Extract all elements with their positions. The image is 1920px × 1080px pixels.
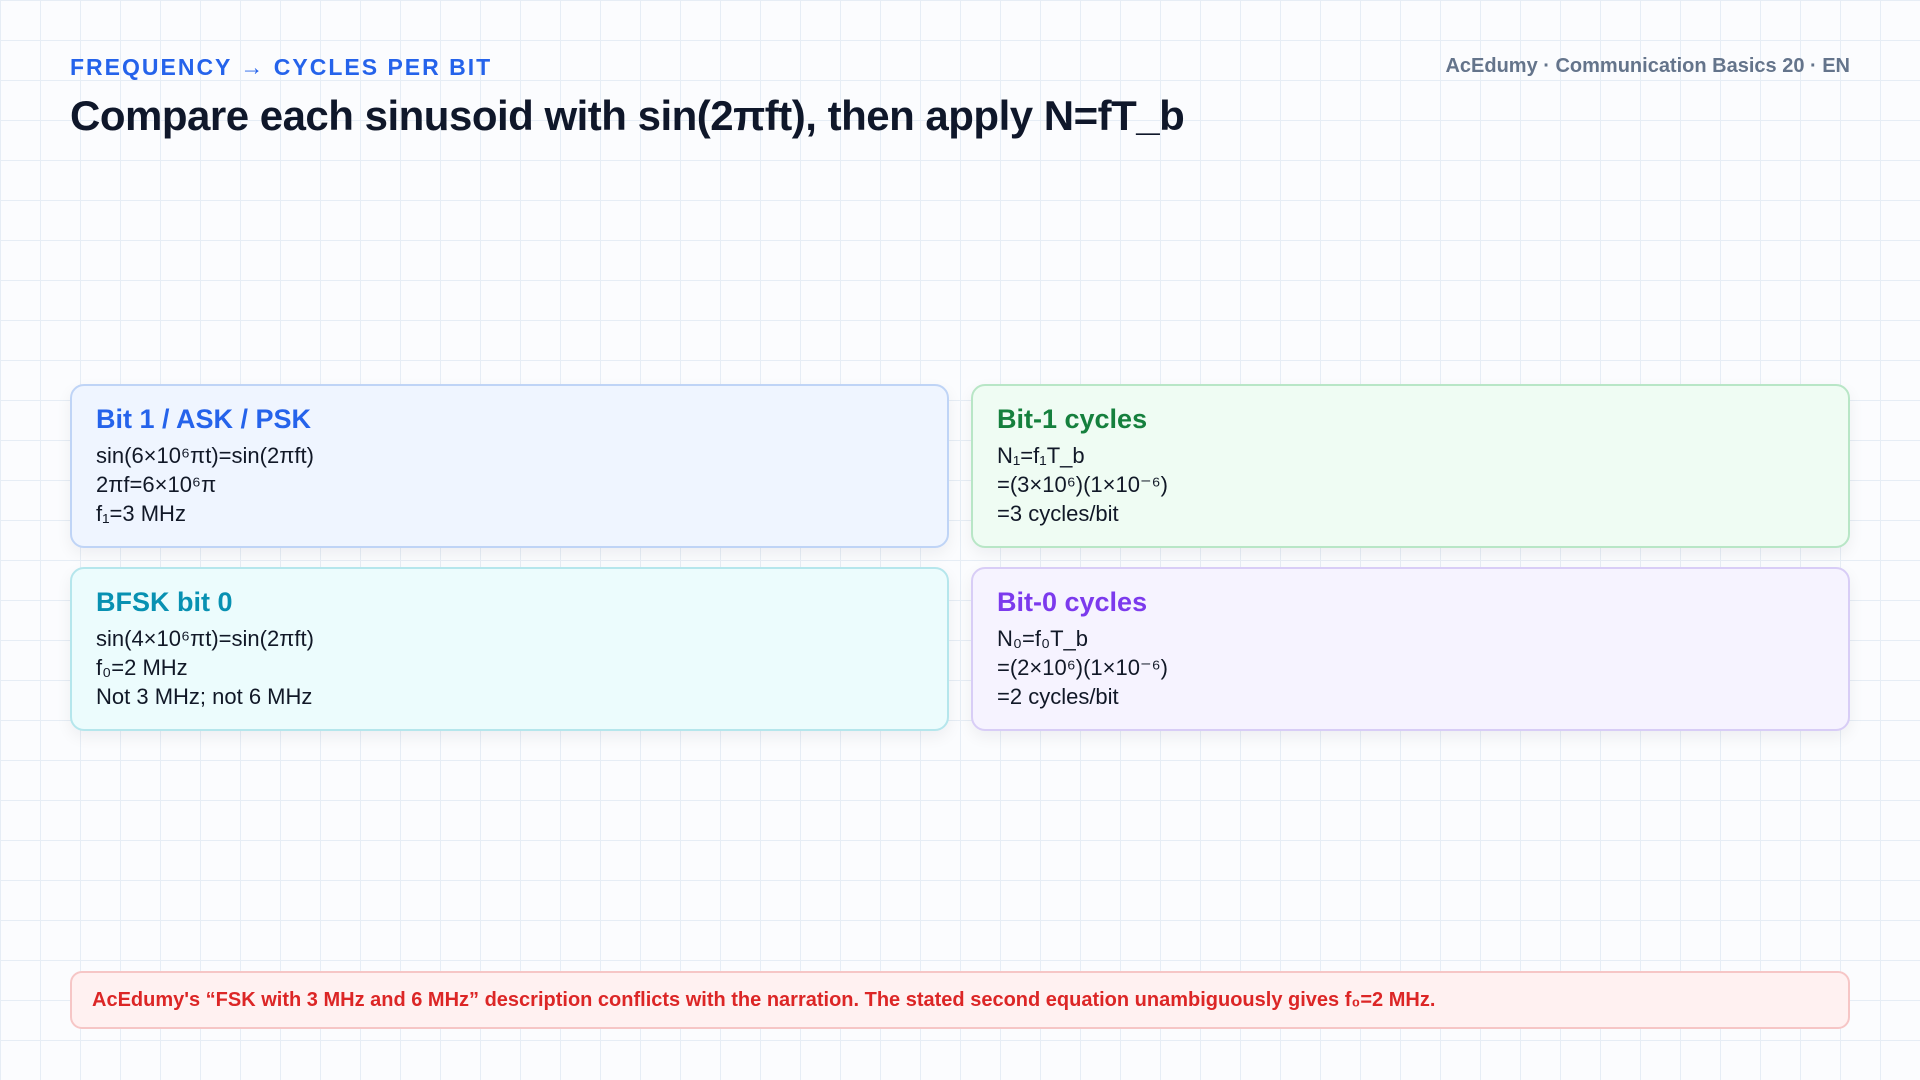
card-line: =(2×10⁶)(1×10⁻⁶) [997,655,1168,680]
card-line: sin(6×10⁶πt)=sin(2πft) [96,443,314,468]
card-line: f₁=3 MHz [96,501,186,526]
card-line: N₁=f₁T_b [997,443,1085,468]
warning-note: AcEdumy's “FSK with 3 MHz and 6 MHz” des… [70,971,1850,1029]
card-title: Bit-1 cycles [997,404,1148,434]
card-title: BFSK bit 0 [96,587,233,617]
card-line: f₀=2 MHz [96,655,188,680]
card-bit1-cycles: Bit-1 cycles N₁=f₁T_b =(3×10⁶)(1×10⁻⁶) =… [971,384,1850,548]
card-line: N₀=f₀T_b [997,626,1089,651]
brand-label: AcEdumy · Communication Basics 20 · EN [1445,55,1850,77]
card-line: 2πf=6×10⁶π [96,472,217,497]
card-grid: Bit 1 / ASK / PSK sin(6×10⁶πt)=sin(2πft)… [70,384,1850,731]
card-line: =(3×10⁶)(1×10⁻⁶) [997,472,1168,497]
card-title: Bit-0 cycles [997,587,1148,617]
card-bit0-cycles: Bit-0 cycles N₀=f₀T_b =(2×10⁶)(1×10⁻⁶) =… [971,567,1850,731]
card-line: =3 cycles/bit [997,501,1119,526]
page-title: Compare each sinusoid with sin(2πft), th… [70,92,1185,139]
section-kicker: FREQUENCY → CYCLES PER BIT [70,54,493,80]
card-bit1-ask-psk: Bit 1 / ASK / PSK sin(6×10⁶πt)=sin(2πft)… [70,384,949,548]
card-title: Bit 1 / ASK / PSK [96,404,312,434]
card-line: sin(4×10⁶πt)=sin(2πft) [96,626,314,651]
card-line: =2 cycles/bit [997,684,1119,709]
card-bfsk-bit0: BFSK bit 0 sin(4×10⁶πt)=sin(2πft) f₀=2 M… [70,567,949,731]
card-line: Not 3 MHz; not 6 MHz [96,684,313,709]
